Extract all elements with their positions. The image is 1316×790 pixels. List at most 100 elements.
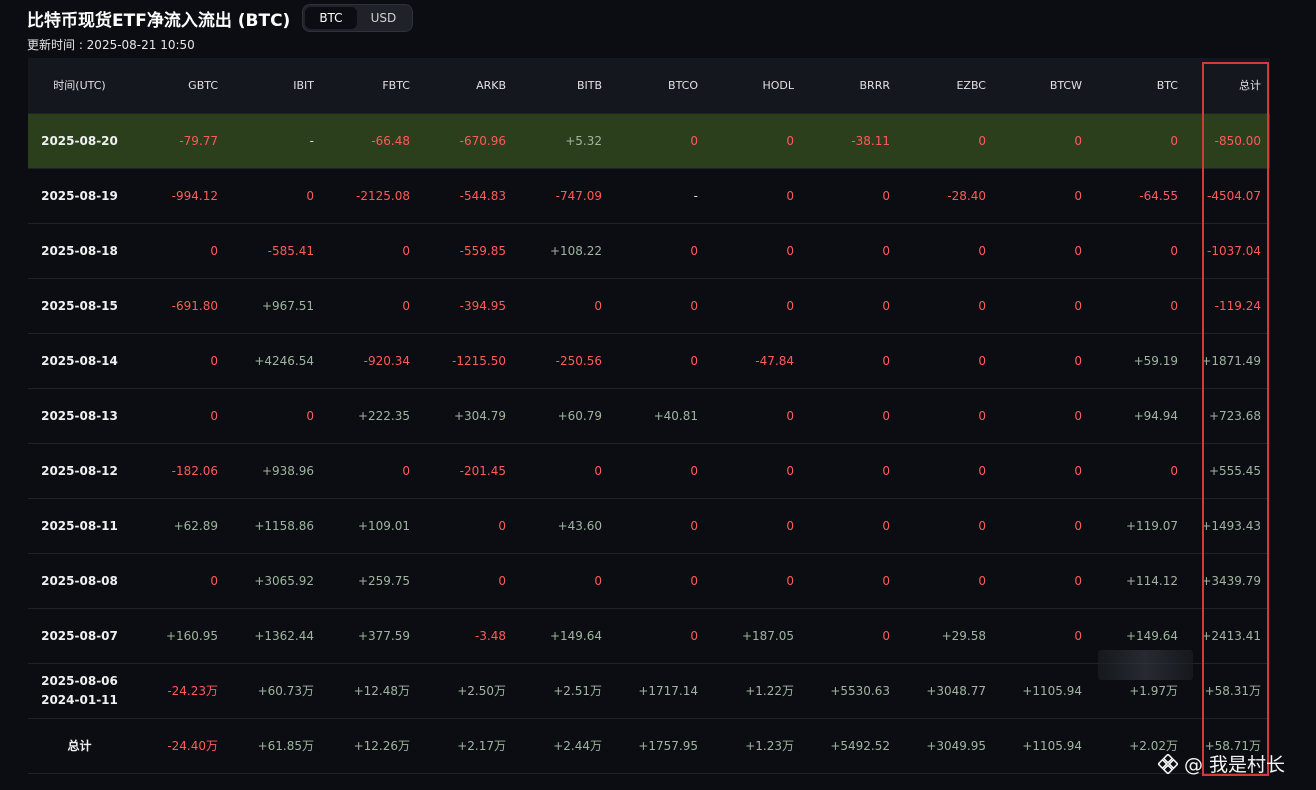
cell-gbtc: -994.12 bbox=[131, 168, 227, 224]
cell-ibit: +61.85万 bbox=[227, 718, 323, 774]
cell-btco: 0 bbox=[611, 113, 707, 169]
table-row: 2025-08-06 2024-01-11 -24.23万 +60.73万 +12.48… bbox=[28, 663, 1270, 719]
cell-ibit: +967.51 bbox=[227, 278, 323, 334]
table-row: 2025-08-13 0 0 +222.35 +304.79 +60.79 +40.81 0 0… bbox=[28, 388, 1270, 444]
cell-ezbc: +29.58 bbox=[899, 608, 995, 664]
cell-总计: +58.31万 bbox=[1187, 663, 1270, 719]
cell-ezbc: 0 bbox=[899, 553, 995, 609]
cell-btcw: 0 bbox=[995, 333, 1091, 389]
cell-总计: +555.45 bbox=[1187, 443, 1270, 499]
updated-time: 更新时间 : 2025-08-21 10:50 bbox=[27, 38, 195, 52]
cell-btc: 0 bbox=[1091, 278, 1187, 334]
cell-ezbc: +3049.95 bbox=[899, 718, 995, 774]
cell-hodl: 0 bbox=[707, 168, 803, 224]
cell-btc: 0 bbox=[1091, 223, 1187, 279]
cell-brrr: 0 bbox=[803, 608, 899, 664]
watermark-text: @ 我是村长 bbox=[1184, 754, 1286, 776]
cell-arkb: 0 bbox=[419, 553, 515, 609]
cell-arkb: -1215.50 bbox=[419, 333, 515, 389]
cell-btcw: 0 bbox=[995, 223, 1091, 279]
cell-总计: -4504.07 bbox=[1187, 168, 1270, 224]
cell-btc: -64.55 bbox=[1091, 168, 1187, 224]
cell-gbtc: -691.80 bbox=[131, 278, 227, 334]
table-row: 2025-08-15 -691.80 +967.51 0 -394.95 0 0 0 0 0 0 0-… bbox=[28, 278, 1270, 334]
cell-bitb: 0 bbox=[515, 443, 611, 499]
cell-bitb: +5.32 bbox=[515, 113, 611, 169]
cell-ezbc: +3048.77 bbox=[899, 663, 995, 719]
cell-btco: 0 bbox=[611, 443, 707, 499]
cell-总计: -1037.04 bbox=[1187, 223, 1270, 279]
cell-hodl: +187.05 bbox=[707, 608, 803, 664]
row-date-end: 2024-01-11 bbox=[41, 692, 118, 707]
column-header-ezbc: EZBC bbox=[899, 58, 995, 114]
cell-arkb: -3.48 bbox=[419, 608, 515, 664]
cell-fbtc: +12.48万 bbox=[323, 663, 419, 719]
cell-ibit: +60.73万 bbox=[227, 663, 323, 719]
cell-gbtc: 0 bbox=[131, 333, 227, 389]
cell-arkb: -670.96 bbox=[419, 113, 515, 169]
cell-brrr: +5530.63 bbox=[803, 663, 899, 719]
table-row: 2025-08-12 -182.06 +938.96 0 -201.45 0 0 0 0 0 0 0 +… bbox=[28, 443, 1270, 499]
cell-brrr: 0 bbox=[803, 168, 899, 224]
cell-bitb: +108.22 bbox=[515, 223, 611, 279]
row-date: 2025-08-11 bbox=[28, 498, 131, 554]
toggle-btc-button[interactable]: BTC bbox=[305, 7, 357, 29]
cell-fbtc: +109.01 bbox=[323, 498, 419, 554]
table-row: 2025-08-08 0 +3065.92 +259.75 0 0 0 0 0 0 0 +114.12… bbox=[28, 553, 1270, 609]
column-header-hodl: HODL bbox=[707, 58, 803, 114]
cell-btco: - bbox=[611, 168, 707, 224]
toggle-usd-button[interactable]: USD bbox=[357, 7, 411, 29]
cell-arkb: +304.79 bbox=[419, 388, 515, 444]
row-date: 2025-08-08 bbox=[28, 553, 131, 609]
cell-btco: +1757.95 bbox=[611, 718, 707, 774]
cell-btcw: 0 bbox=[995, 388, 1091, 444]
cell-fbtc: 0 bbox=[323, 223, 419, 279]
cell-fbtc: -2125.08 bbox=[323, 168, 419, 224]
column-header-arkb: ARKB bbox=[419, 58, 515, 114]
cell-arkb: -559.85 bbox=[419, 223, 515, 279]
cell-gbtc: +62.89 bbox=[131, 498, 227, 554]
cell-btco: 0 bbox=[611, 553, 707, 609]
cell-总计: +3439.79 bbox=[1187, 553, 1270, 609]
cell-总计: +1871.49 bbox=[1187, 333, 1270, 389]
cell-bitb: 0 bbox=[515, 553, 611, 609]
cell-bitb: +2.44万 bbox=[515, 718, 611, 774]
cell-fbtc: +259.75 bbox=[323, 553, 419, 609]
cell-btc: +119.07 bbox=[1091, 498, 1187, 554]
cell-brrr: 0 bbox=[803, 498, 899, 554]
table-row: 2025-08-19 -994.12 0 -2125.08 -544.83 -747.09… bbox=[28, 168, 1270, 224]
cell-fbtc: 0 bbox=[323, 278, 419, 334]
cell-ibit: 0 bbox=[227, 168, 323, 224]
cell-gbtc: 0 bbox=[131, 553, 227, 609]
cell-hodl: 0 bbox=[707, 113, 803, 169]
cell-fbtc: +377.59 bbox=[323, 608, 419, 664]
cell-brrr: +5492.52 bbox=[803, 718, 899, 774]
row-date: 2025-08-13 bbox=[28, 388, 131, 444]
cell-brrr: 0 bbox=[803, 278, 899, 334]
table-row: 2025-08-07 +160.95 +1362.44 +377.59 -3.48 +14… bbox=[28, 608, 1270, 664]
column-header-gbtc: GBTC bbox=[131, 58, 227, 114]
cell-bitb: +149.64 bbox=[515, 608, 611, 664]
cell-fbtc: +222.35 bbox=[323, 388, 419, 444]
cell-ezbc: 0 bbox=[899, 498, 995, 554]
cell-hodl: 0 bbox=[707, 388, 803, 444]
cell-brrr: 0 bbox=[803, 553, 899, 609]
cell-arkb: -394.95 bbox=[419, 278, 515, 334]
etf-flow-table: 时间(UTC) GBTC IBIT FBTC ARKB BITB BTCO HODL BRRR E… bbox=[28, 58, 1270, 774]
column-header-ibit: IBIT bbox=[227, 58, 323, 114]
column-header-btco: BTCO bbox=[611, 58, 707, 114]
cell-arkb: -201.45 bbox=[419, 443, 515, 499]
cell-btcw: +1105.94 bbox=[995, 718, 1091, 774]
cell-gbtc: 0 bbox=[131, 388, 227, 444]
title-row: 比特币现货ETF净流入流出 (BTC) BTC USD bbox=[27, 4, 414, 32]
watermark: @ 我是村长 bbox=[1158, 750, 1285, 777]
cell-gbtc: -24.40万 bbox=[131, 718, 227, 774]
table-total-row: 总计 -24.40万 +61.85万 +12.26万 +2.17万 +2.44万 +1757… bbox=[28, 718, 1270, 774]
row-date: 2025-08-18 bbox=[28, 223, 131, 279]
cell-ezbc: 0 bbox=[899, 333, 995, 389]
cell-ibit: +3065.92 bbox=[227, 553, 323, 609]
cell-gbtc: -182.06 bbox=[131, 443, 227, 499]
cell-btco: 0 bbox=[611, 223, 707, 279]
cell-arkb: +2.50万 bbox=[419, 663, 515, 719]
cell-btco: 0 bbox=[611, 608, 707, 664]
